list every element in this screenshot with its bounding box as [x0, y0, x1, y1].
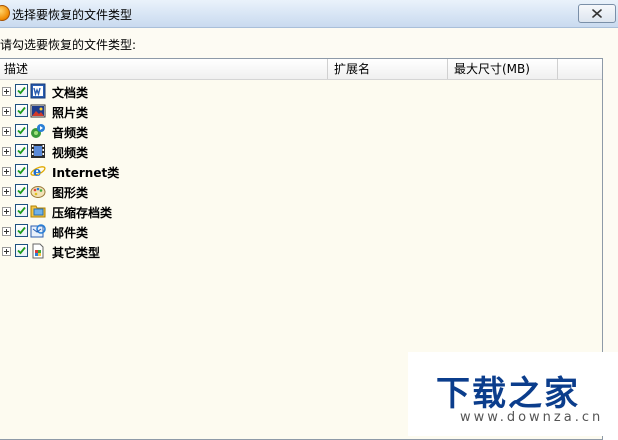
check-mark-icon — [17, 126, 26, 135]
row-label: 文档类 — [52, 86, 89, 100]
audio-icon — [31, 124, 45, 138]
row-checkbox[interactable] — [15, 224, 28, 237]
row-label: Internet类 — [52, 166, 120, 180]
photo-icon — [30, 104, 46, 118]
graphics-palette-icon — [30, 186, 46, 198]
check-mark-icon — [17, 186, 26, 195]
row-checkbox[interactable] — [15, 184, 28, 197]
table-row[interactable]: 邮件类 — [0, 221, 328, 241]
expand-toggle-icon[interactable] — [2, 227, 11, 236]
expand-toggle-icon[interactable] — [2, 187, 11, 196]
row-label: 视频类 — [52, 146, 89, 160]
check-mark-icon — [17, 146, 26, 155]
archive-folder-icon — [30, 205, 46, 218]
close-button[interactable] — [578, 4, 616, 23]
row-label: 音频类 — [52, 126, 89, 140]
column-header-extension[interactable]: 扩展名 — [328, 59, 448, 79]
word-document-icon — [30, 83, 46, 99]
row-checkbox[interactable] — [15, 124, 28, 137]
check-mark-icon — [17, 246, 26, 255]
column-header-description[interactable]: 描述 — [0, 59, 328, 79]
column-header-max-size[interactable]: 最大尺寸(MB) — [448, 59, 558, 79]
mail-icon — [30, 224, 46, 238]
table-row[interactable]: 音频类 — [0, 121, 328, 141]
table-header: 描述 扩展名 最大尺寸(MB) — [0, 59, 602, 80]
internet-explorer-icon: e — [30, 165, 46, 179]
table-row[interactable]: 文档类 — [0, 81, 328, 101]
app-icon — [0, 5, 10, 21]
row-checkbox[interactable] — [15, 164, 28, 177]
svg-text:e: e — [33, 165, 41, 179]
check-mark-icon — [17, 166, 26, 175]
expand-toggle-icon[interactable] — [2, 127, 11, 136]
column-header-empty — [558, 59, 602, 79]
row-checkbox[interactable] — [15, 244, 28, 257]
row-label: 图形类 — [52, 186, 89, 200]
expand-toggle-icon[interactable] — [2, 207, 11, 216]
expand-toggle-icon[interactable] — [2, 107, 11, 116]
table-row[interactable]: e Internet类 — [0, 161, 328, 181]
row-checkbox[interactable] — [15, 84, 28, 97]
window-title: 选择要恢复的文件类型 — [12, 8, 133, 22]
row-label: 照片类 — [52, 106, 89, 120]
table-row[interactable]: 其它类型 — [0, 241, 328, 261]
instruction-text: 请勾选要恢复的文件类型: — [0, 38, 137, 52]
table-row[interactable]: 图形类 — [0, 181, 328, 201]
close-icon — [592, 9, 602, 18]
other-file-icon — [32, 243, 44, 259]
row-checkbox[interactable] — [15, 204, 28, 217]
check-mark-icon — [17, 206, 26, 215]
check-mark-icon — [17, 86, 26, 95]
row-checkbox[interactable] — [15, 104, 28, 117]
expand-toggle-icon[interactable] — [2, 147, 11, 156]
check-mark-icon — [17, 226, 26, 235]
table-row[interactable]: 视频类 — [0, 141, 328, 161]
table-row[interactable]: 照片类 — [0, 101, 328, 121]
watermark-url: www.downza.cn — [460, 410, 604, 425]
title-bar: 选择要恢复的文件类型 — [0, 0, 618, 28]
row-label: 其它类型 — [52, 246, 101, 260]
row-label: 压缩存档类 — [52, 206, 113, 220]
row-checkbox[interactable] — [15, 144, 28, 157]
video-film-icon — [31, 144, 45, 158]
row-label: 邮件类 — [52, 226, 89, 240]
expand-toggle-icon[interactable] — [2, 167, 11, 176]
expand-toggle-icon[interactable] — [2, 87, 11, 96]
watermark-logo-text: 下载之家 — [436, 374, 580, 414]
check-mark-icon — [17, 106, 26, 115]
table-row[interactable]: 压缩存档类 — [0, 201, 328, 221]
expand-toggle-icon[interactable] — [2, 247, 11, 256]
